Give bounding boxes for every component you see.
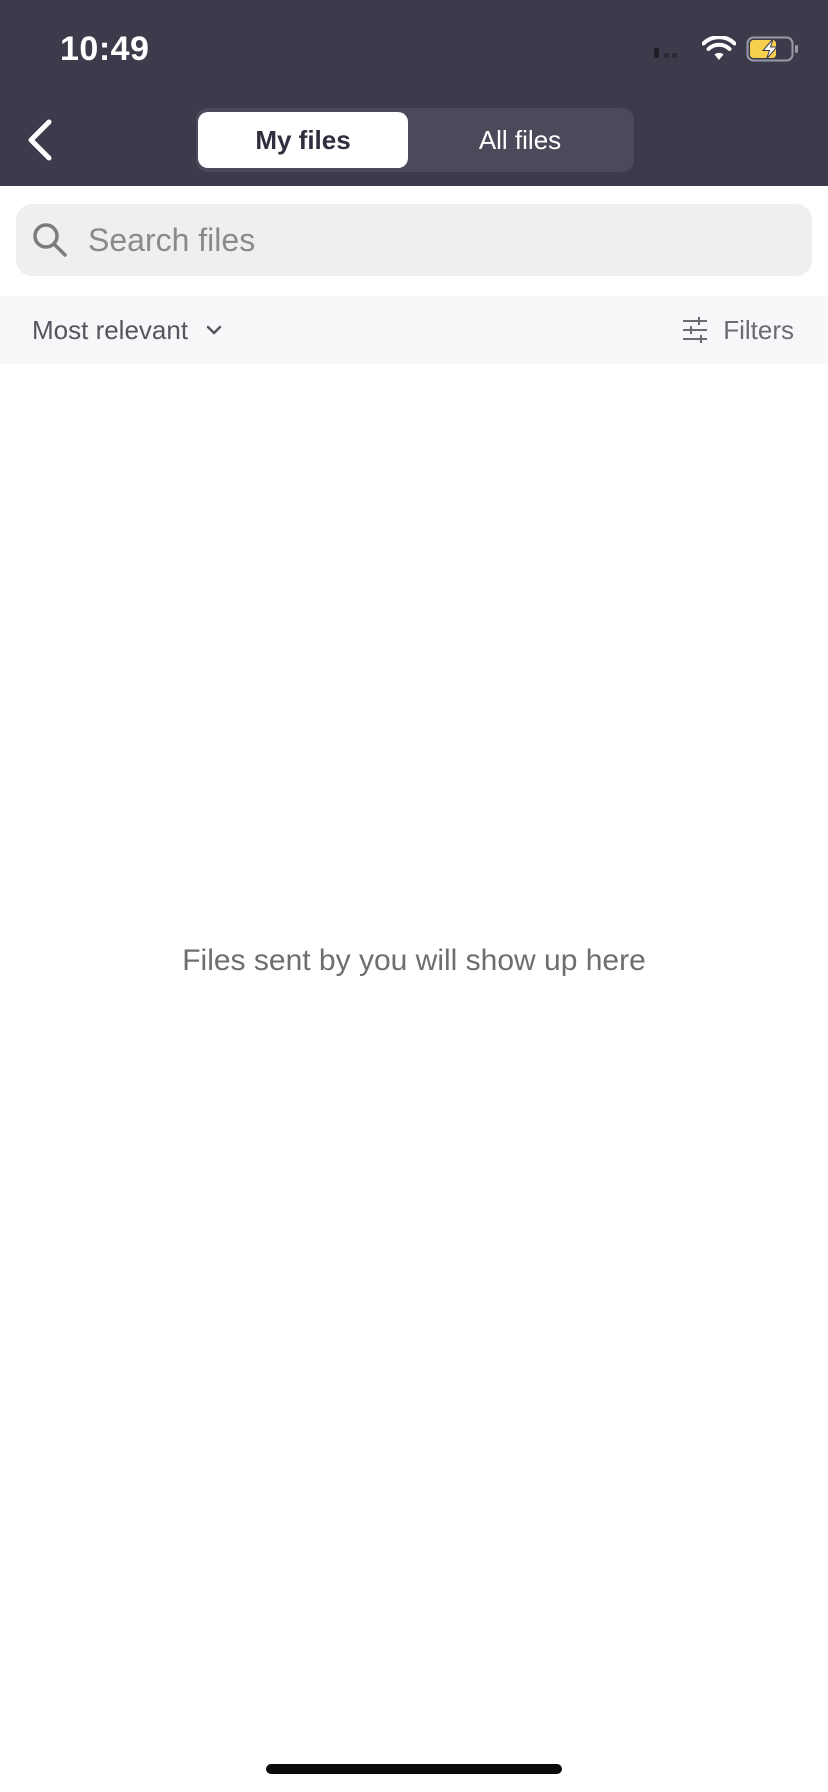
- back-button[interactable]: [18, 112, 62, 168]
- files-screen: 10:49 My files All files Search files Mo…: [0, 0, 828, 1792]
- tab-my-files[interactable]: My files: [198, 112, 408, 168]
- status-icons: [652, 34, 800, 68]
- sort-dropdown[interactable]: Most relevant: [32, 296, 222, 364]
- chevron-down-icon: [206, 325, 222, 335]
- wifi-icon: [701, 34, 737, 67]
- signal-icon: [652, 39, 692, 64]
- tab-all-files[interactable]: All files: [410, 112, 630, 168]
- sort-filter-bar: Most relevant Filters: [0, 296, 828, 364]
- home-indicator[interactable]: [266, 1764, 562, 1774]
- status-time: 10:49: [60, 30, 150, 68]
- battery-charging-icon: [746, 36, 800, 67]
- chevron-left-icon: [28, 119, 52, 161]
- search-box[interactable]: [16, 204, 812, 276]
- empty-state-message: Files sent by you will show up here: [182, 944, 646, 977]
- files-segmented-control: My files All files: [196, 108, 634, 172]
- search-icon: [33, 223, 67, 257]
- filters-label: Filters: [723, 314, 794, 345]
- search-input[interactable]: [78, 204, 778, 276]
- sort-label: Most relevant: [32, 314, 189, 345]
- filters-button[interactable]: Filters: [681, 296, 794, 364]
- header-bar: 10:49 My files All files: [0, 0, 828, 186]
- sliders-icon: [683, 317, 708, 343]
